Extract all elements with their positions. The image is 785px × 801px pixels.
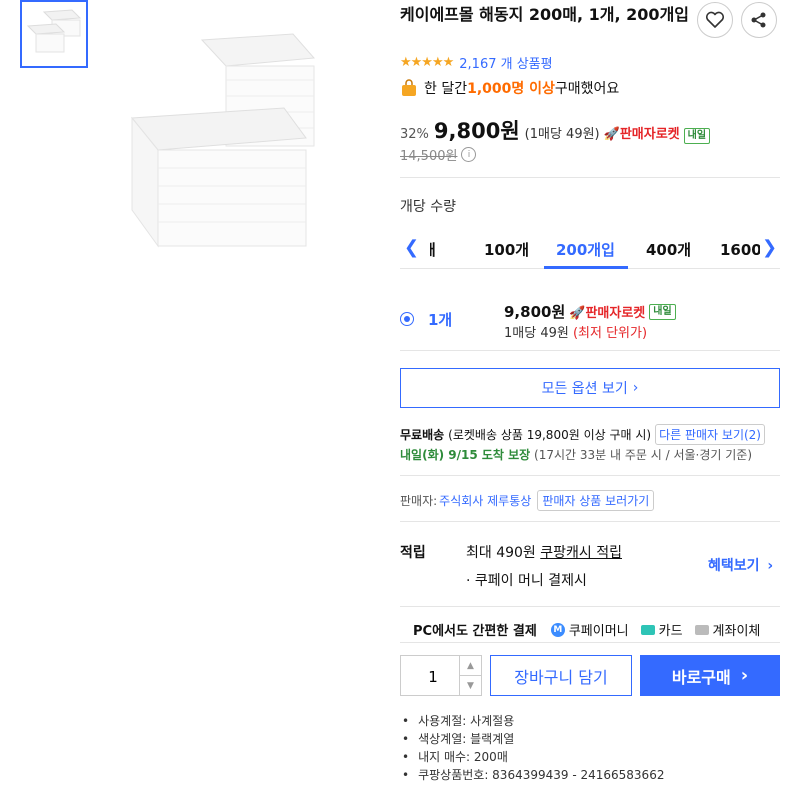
spec-item: 내지 매수: 200매: [400, 748, 664, 766]
tab-1600[interactable]: 1600개: [720, 239, 760, 260]
card-icon: [640, 624, 655, 635]
tab-prev[interactable]: 개: [430, 239, 436, 260]
shipping-row: 무료배송 (로켓배송 상품 19,800원 이상 구매 시) 다른 판매자 보기…: [400, 424, 765, 445]
wishlist-button[interactable]: [697, 2, 733, 38]
chevron-up-icon[interactable]: ▲: [459, 656, 481, 676]
rocket-delivery-label: 🚀판매자로켓: [603, 127, 680, 142]
quantity-label: 개당 수량: [400, 199, 456, 215]
seller-label: 판매자:: [400, 494, 438, 508]
heart-icon: [705, 11, 725, 28]
option-price: 9,800원: [504, 303, 566, 321]
purchase-prefix: 한 달간: [424, 81, 468, 97]
share-button[interactable]: [741, 2, 777, 38]
divider: [400, 475, 780, 476]
delivery-badge: 내일: [683, 128, 711, 144]
divider: [400, 521, 780, 522]
other-seller-button[interactable]: 다른 판매자 보기(2): [655, 424, 765, 445]
coupay-icon: M: [550, 622, 565, 637]
reward-note: · 쿠페이 머니 결제시: [466, 573, 587, 589]
original-price: 14,500원: [400, 149, 458, 164]
benefit-label: 혜택보기: [708, 558, 760, 574]
chevron-left-icon[interactable]: ❮: [404, 237, 419, 258]
spec-item: 쿠팡상품번호: 8364399439 - 24166583662: [400, 766, 664, 784]
unit-price-text: 1매당 49원: [504, 326, 573, 341]
rocket-delivery-label: 🚀판매자로켓: [569, 306, 646, 321]
rocket-label-text: 판매자로켓: [619, 127, 680, 142]
divider: [400, 606, 780, 607]
reward-cash-link[interactable]: 쿠팡캐시 적립: [540, 545, 622, 561]
chevron-right-icon: ›: [632, 380, 639, 396]
chevron-right-icon[interactable]: ❯: [762, 237, 777, 258]
divider: [400, 177, 780, 178]
product-title: 케이에프몰 해동지 200매, 1개, 200개입: [400, 5, 690, 24]
buy-now-button[interactable]: 바로구매 ›: [640, 655, 780, 696]
spec-item: 색상계열: 블랙계열: [400, 730, 664, 748]
seller-row: 판매자: 주식회사 제루통상 판매자 상품 보러가기: [400, 490, 655, 511]
option-radio[interactable]: [400, 312, 414, 326]
payment-methods-row: PC에서도 간편한 결제 M 쿠페이머니 카드 계좌이체: [413, 620, 760, 639]
product-main-image: [118, 0, 318, 255]
active-tab-underline: [544, 266, 628, 269]
quantity-tabs: ❮ 개 100개 200개입 400개 1600개 ❯: [400, 233, 780, 269]
shipping-condition: (로켓배송 상품 19,800원 이상 구매 시): [448, 428, 652, 442]
quantity-stepper: ▲ ▼: [400, 655, 482, 697]
option-unit-price: 1매당 49원 (최저 단위가): [504, 322, 647, 341]
purchase-highlight: 1,000명 이상: [467, 81, 555, 97]
lowest-unit-note: (최저 단위가): [572, 326, 648, 341]
arrival-guarantee: 내일(화) 9/15 도착 보장: [400, 448, 531, 462]
product-thumbnail[interactable]: [20, 0, 88, 68]
payment-title: PC에서도 간편한 결제: [413, 624, 537, 639]
all-options-label: 모든 옵션 보기: [541, 381, 628, 397]
star-rating-icon: ★★★★★: [400, 55, 454, 70]
original-price-row: 14,500원 i: [400, 145, 477, 164]
free-shipping-label: 무료배송: [400, 428, 445, 442]
seller-products-button[interactable]: 판매자 상품 보러가기: [537, 490, 655, 511]
spec-list: 사용계절: 사계절용 색상계열: 블랙계열 내지 매수: 200매 쿠팡상품번호…: [400, 712, 664, 784]
chevron-right-icon: ›: [740, 665, 749, 686]
purchase-suffix: 구매했어요: [554, 81, 620, 97]
review-count-link[interactable]: 2,167 개 상품평: [459, 53, 552, 72]
price-row: 32% 9,800원 (1매당 49원) 🚀판매자로켓 내일: [400, 115, 711, 145]
tab-100[interactable]: 100개: [484, 239, 529, 260]
option-price-line: 9,800원 🚀판매자로켓 내일: [504, 301, 676, 322]
info-icon[interactable]: i: [461, 147, 477, 162]
paper-stack-image: [131, 33, 316, 248]
spec-item: 사용계절: 사계절용: [400, 712, 664, 730]
divider: [400, 350, 780, 351]
add-to-cart-button[interactable]: 장바구니 담기: [490, 655, 632, 696]
buy-now-label: 바로구매: [671, 667, 731, 687]
chevron-right-icon: ›: [767, 558, 774, 574]
quantity-input[interactable]: [401, 656, 465, 697]
divider: [400, 642, 780, 643]
discount-rate: 32%: [400, 127, 429, 142]
benefit-button[interactable]: 혜택보기 ›: [708, 555, 773, 575]
share-icon: [751, 12, 766, 28]
option-row[interactable]: 1개 9,800원 🚀판매자로켓 내일 1매당 49원 (최저 단위가): [400, 301, 780, 341]
delivery-badge: 내일: [649, 303, 676, 320]
shopping-bag-icon: [402, 79, 416, 96]
option-name: 1개: [428, 311, 453, 329]
bank-transfer-icon: [694, 624, 709, 635]
unit-price: (1매당 49원): [524, 127, 600, 142]
arrival-row: 내일(화) 9/15 도착 보장 (17시간 33분 내 주문 시 / 서울⋅경…: [400, 446, 752, 463]
tab-track: 개 100개 200개입 400개 1600개: [430, 233, 760, 269]
tab-200[interactable]: 200개입: [556, 239, 615, 260]
purchase-count-row: 한 달간 1,000명 이상 구매했어요: [400, 78, 619, 98]
tab-400[interactable]: 400개: [646, 239, 691, 260]
paper-stack-image: [26, 9, 82, 53]
rocket-label-text: 판매자로켓: [585, 306, 646, 321]
arrival-note: (17시간 33분 내 주문 시 / 서울⋅경기 기준): [530, 448, 753, 462]
rating-row: ★★★★★ 2,167 개 상품평: [400, 53, 553, 72]
reward-label: 적립: [400, 545, 426, 561]
all-options-button[interactable]: 모든 옵션 보기 ›: [400, 368, 780, 408]
reward-max: 최대 490원: [466, 545, 541, 561]
card-label: 카드: [658, 624, 683, 639]
chevron-down-icon[interactable]: ▼: [459, 676, 481, 695]
seller-name-link[interactable]: 주식회사 제루통상: [439, 492, 531, 509]
coupay-label: 쿠페이머니: [568, 624, 629, 639]
reward-amount: 최대 490원 쿠팡캐시 적립: [466, 542, 622, 562]
sale-price: 9,800원: [433, 119, 520, 143]
bank-label: 계좌이체: [712, 624, 761, 639]
